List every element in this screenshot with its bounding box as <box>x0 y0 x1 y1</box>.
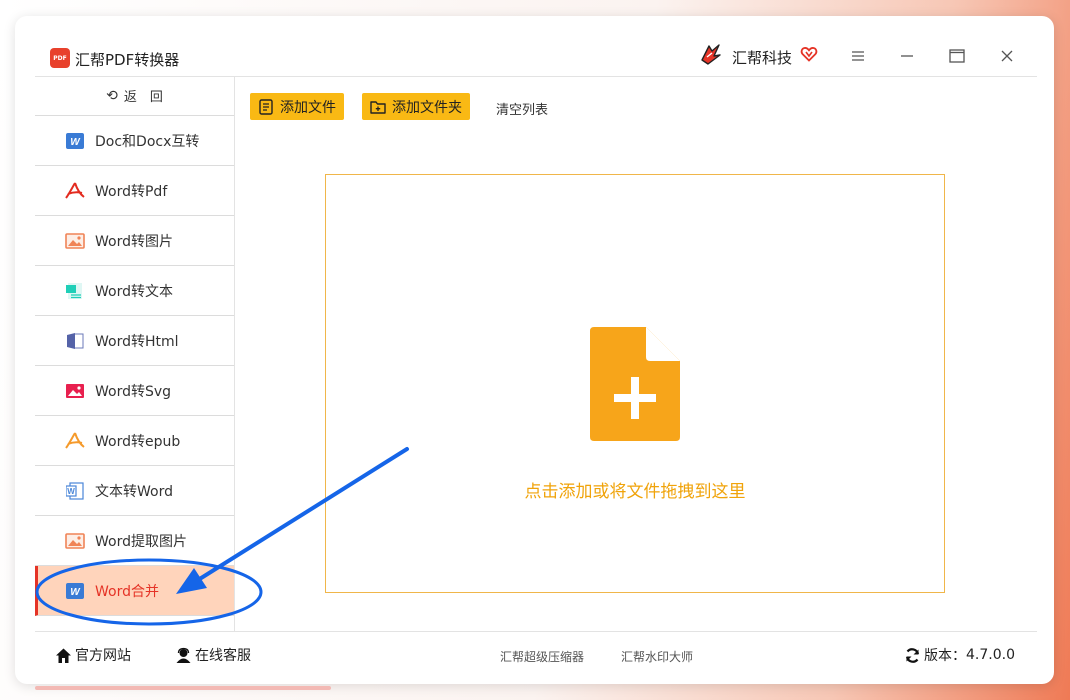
add-folder-icon <box>370 100 386 114</box>
app-logo: PDF <box>50 48 70 68</box>
app-panel: PDF 汇帮PDF转换器 汇帮科技 ⟲ 返 回 W Doc和Docx互转 Wor… <box>35 38 1037 678</box>
online-support-link[interactable]: 在线客服 <box>175 645 251 665</box>
sidebar-item-label: Word提取图片 <box>95 533 187 550</box>
add-file-button[interactable]: 添加文件 <box>250 93 344 120</box>
brand-logo-icon <box>701 44 721 65</box>
svg-text:W: W <box>70 587 81 598</box>
vip-heart-icon[interactable] <box>800 45 818 63</box>
sidebar-item-label: Word转图片 <box>95 233 173 250</box>
text-doc-icon <box>65 282 85 300</box>
file-dropzone[interactable]: 点击添加或将文件拖拽到这里 <box>325 174 945 593</box>
brand-name: 汇帮科技 <box>732 49 793 67</box>
acrobat-icon <box>65 181 85 200</box>
word-w-icon: W <box>65 132 85 150</box>
word-outline-icon: W <box>65 481 85 500</box>
epub-icon <box>65 431 85 450</box>
sidebar-item-label: Doc和Docx互转 <box>95 133 200 150</box>
sidebar-item-label: Word转Svg <box>95 383 172 400</box>
sidebar-item-label: Word转epub <box>95 433 181 450</box>
add-folder-label: 添加文件夹 <box>392 99 462 116</box>
title-bar: PDF 汇帮PDF转换器 汇帮科技 <box>35 38 1037 77</box>
sidebar-item-text-word[interactable]: W 文本转Word <box>35 466 234 516</box>
word-w-icon: W <box>65 582 85 600</box>
sidebar-item-word-merge[interactable]: W Word合并 <box>35 566 234 616</box>
online-support-label: 在线客服 <box>195 648 251 664</box>
add-folder-button[interactable]: 添加文件夹 <box>362 93 470 120</box>
sidebar-item-doc-docx[interactable]: W Doc和Docx互转 <box>35 116 234 166</box>
sidebar-item-word-extract-image[interactable]: Word提取图片 <box>35 516 234 566</box>
compressor-link[interactable]: 汇帮超级压缩器 <box>500 648 584 665</box>
add-file-icon <box>259 98 273 115</box>
sidebar-item-label: Word合并 <box>95 583 159 600</box>
clear-list-button[interactable]: 清空列表 <box>496 99 548 118</box>
minimize-icon[interactable] <box>892 44 922 68</box>
svg-text:W: W <box>67 487 75 496</box>
image-icon <box>65 532 85 550</box>
back-label: 返 回 <box>123 90 163 105</box>
version-label: 版本： <box>924 648 966 664</box>
sidebar-item-label: Word转Pdf <box>95 183 168 200</box>
back-arrow-icon: ⟲ <box>106 87 118 104</box>
app-window: PDF 汇帮PDF转换器 汇帮科技 ⟲ 返 回 W Doc和Docx互转 Wor… <box>15 16 1054 684</box>
html-icon <box>65 332 85 350</box>
svg-image-icon <box>65 382 85 400</box>
sidebar-item-word-text[interactable]: Word转文本 <box>35 266 234 316</box>
watermark-link[interactable]: 汇帮水印大师 <box>621 648 693 665</box>
official-website-label: 官方网站 <box>75 648 131 664</box>
footer: 官方网站 在线客服 汇帮超级压缩器 汇帮水印大师 版本： 4.7.0.0 <box>35 631 1037 679</box>
maximize-icon[interactable] <box>942 44 972 68</box>
menu-icon[interactable] <box>843 44 873 68</box>
sidebar-item-label: 文本转Word <box>95 483 173 500</box>
dropzone-hint: 点击添加或将文件拖拽到这里 <box>524 482 746 502</box>
sidebar-item-word-image[interactable]: Word转图片 <box>35 216 234 266</box>
refresh-icon <box>905 647 920 663</box>
sidebar-item-word-epub[interactable]: Word转epub <box>35 416 234 466</box>
sidebar: ⟲ 返 回 W Doc和Docx互转 Word转Pdf Word转图片 Word… <box>35 76 235 631</box>
svg-text:W: W <box>70 137 81 148</box>
taskbar-indicator <box>35 686 331 690</box>
version-number: 4.7.0.0 <box>966 647 1015 663</box>
add-file-label: 添加文件 <box>280 99 336 116</box>
sidebar-item-label: Word转文本 <box>95 283 173 300</box>
image-icon <box>65 232 85 250</box>
official-website-link[interactable]: 官方网站 <box>55 645 131 665</box>
add-document-icon <box>590 327 680 441</box>
sidebar-item-word-pdf[interactable]: Word转Pdf <box>35 166 234 216</box>
home-icon <box>56 648 71 663</box>
app-title: 汇帮PDF转换器 <box>75 51 180 69</box>
sidebar-item-label: Word转Html <box>95 333 179 350</box>
version-info: 版本： 4.7.0.0 <box>904 645 1015 665</box>
sidebar-item-word-svg[interactable]: Word转Svg <box>35 366 234 416</box>
close-icon[interactable] <box>992 44 1022 68</box>
support-agent-icon <box>176 647 191 663</box>
back-button[interactable]: ⟲ 返 回 <box>35 76 234 116</box>
sidebar-item-word-html[interactable]: Word转Html <box>35 316 234 366</box>
